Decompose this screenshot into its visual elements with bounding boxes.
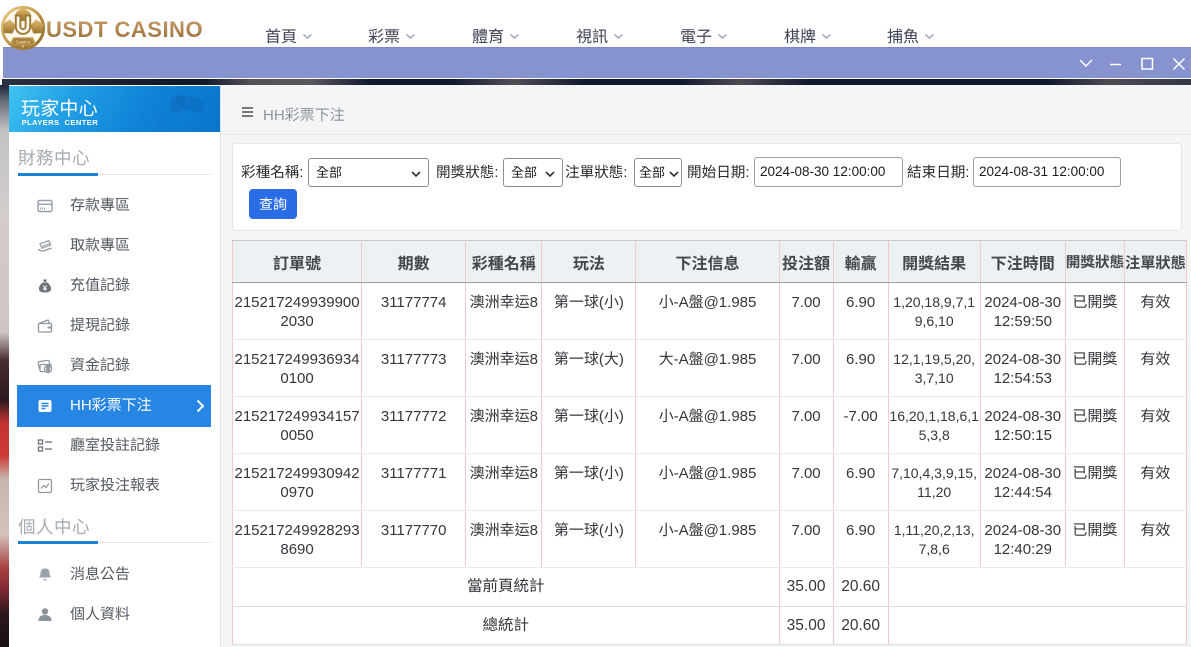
svg-text:Casino: Casino xyxy=(16,39,31,45)
